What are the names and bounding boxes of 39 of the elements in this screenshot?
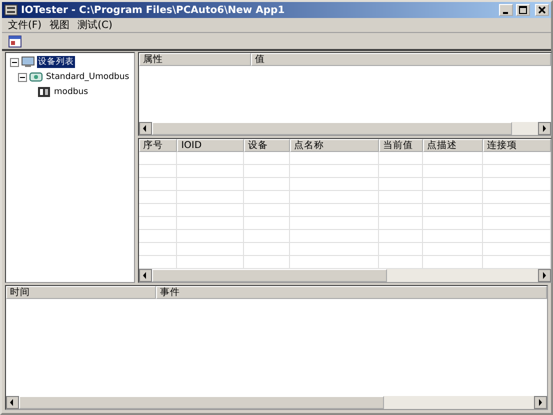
close-icon xyxy=(538,6,546,14)
maximize-icon xyxy=(519,6,527,14)
module-icon xyxy=(37,86,51,98)
scroll-left-icon[interactable] xyxy=(139,269,152,282)
scrollbar-thumb[interactable] xyxy=(152,269,388,282)
minimize-button[interactable] xyxy=(499,4,513,16)
scroll-right-icon[interactable] xyxy=(538,122,552,135)
tree-item[interactable]: 设备列表 xyxy=(37,56,75,68)
menu-item[interactable]: 测试(C) xyxy=(78,18,112,32)
column-header[interactable]: 连接项 xyxy=(483,139,552,152)
scrollbar-thumb[interactable] xyxy=(152,122,512,135)
tree-item[interactable]: modbus xyxy=(53,87,90,97)
scroll-left-icon[interactable] xyxy=(6,396,19,409)
column-header[interactable]: 事件 xyxy=(156,286,547,299)
column-header[interactable]: 序号 xyxy=(139,139,178,152)
collapse-icon[interactable] xyxy=(10,58,19,66)
column-header[interactable]: 值 xyxy=(251,53,552,66)
window-title: IOTester - C:\Program Files\PCAuto6\New App1 xyxy=(21,4,286,16)
app-icon xyxy=(4,4,18,16)
column-header[interactable]: 点描述 xyxy=(423,139,484,152)
maximize-button[interactable] xyxy=(516,4,530,16)
column-header[interactable]: IOID xyxy=(177,139,244,152)
scroll-right-icon[interactable] xyxy=(538,269,552,282)
close-button[interactable] xyxy=(535,4,549,16)
menu-item[interactable]: 文件(F) xyxy=(8,18,42,32)
scroll-left-icon[interactable] xyxy=(139,122,152,135)
collapse-icon[interactable] xyxy=(18,72,27,82)
column-header[interactable]: 当前值 xyxy=(379,139,424,152)
toolbar-window-icon[interactable] xyxy=(8,34,22,48)
scrollbar-thumb[interactable] xyxy=(19,396,384,409)
tree-item[interactable]: Standard_Umodbus xyxy=(45,72,130,82)
column-header[interactable]: 点名称 xyxy=(290,139,380,152)
column-header[interactable]: 设备 xyxy=(244,139,290,152)
column-header[interactable]: 属性 xyxy=(139,53,252,66)
menu-item[interactable]: 视图 xyxy=(50,18,70,32)
device-icon xyxy=(29,71,43,83)
computer-icon xyxy=(21,56,35,68)
scroll-right-icon[interactable] xyxy=(534,396,547,409)
column-header[interactable]: 时间 xyxy=(6,286,156,299)
